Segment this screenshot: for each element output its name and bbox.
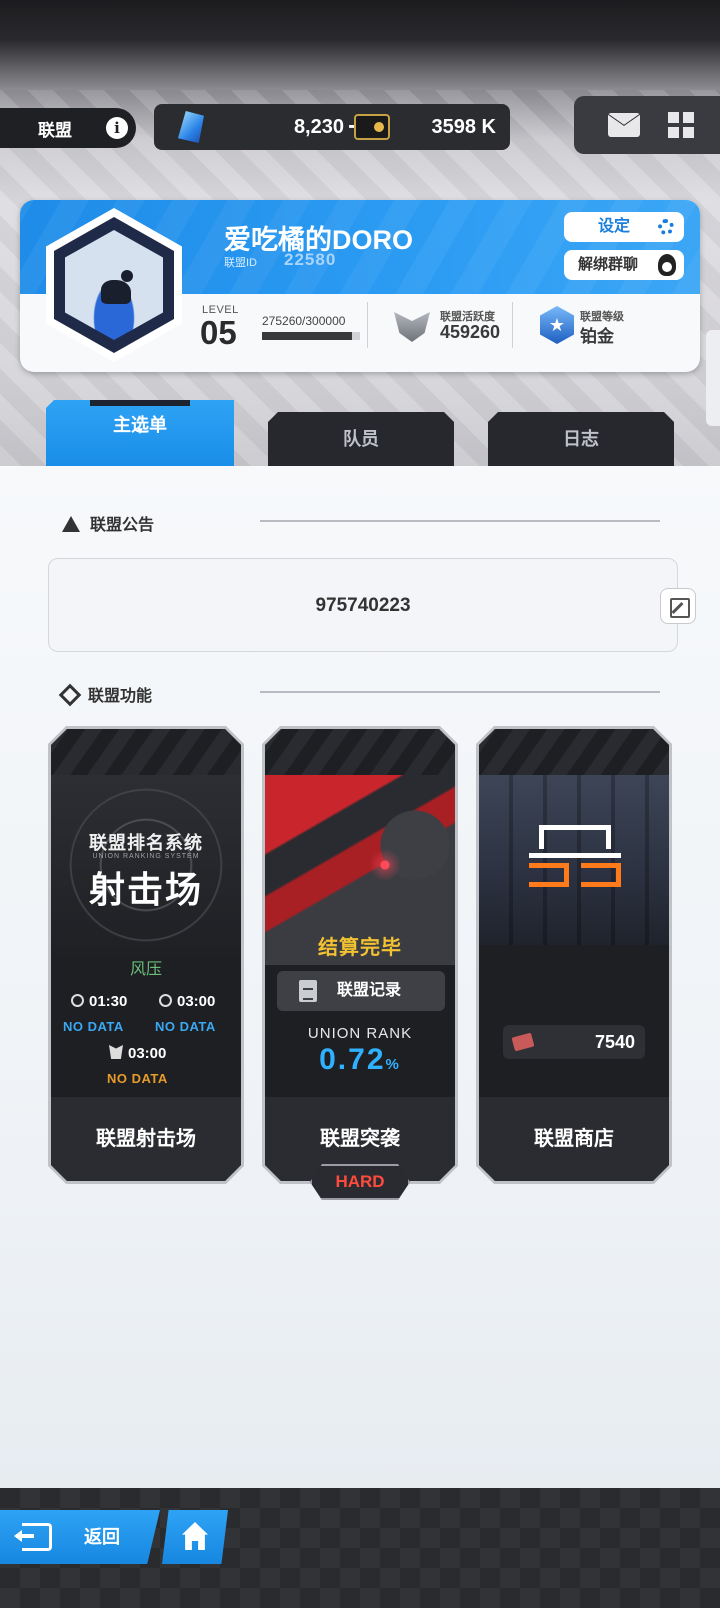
difficulty-badge: HARD bbox=[310, 1164, 410, 1200]
exit-arrow-icon bbox=[14, 1523, 52, 1551]
settings-button-label: 设定 bbox=[598, 218, 631, 235]
unbind-group-button[interactable]: 解绑群聊 bbox=[564, 250, 684, 280]
shop-currency-value: 7540 bbox=[594, 1032, 635, 1052]
no-data-1: NO DATA bbox=[63, 1019, 124, 1034]
notice-text: 975740223 bbox=[48, 558, 678, 652]
union-info-card: 爱吃橘的DORO 联盟ID 22580 设定 解绑群聊 LEVEL 05 275… bbox=[20, 200, 700, 372]
top-bar: 联盟 i 8,230 + 3598 K bbox=[0, 96, 720, 154]
home-icon bbox=[182, 1522, 208, 1550]
alarm-clock-icon bbox=[159, 994, 172, 1007]
ranking-system-subtitle: UNION RANKING SYSTEM bbox=[92, 853, 200, 860]
gear-icon bbox=[658, 219, 674, 235]
tab-members-label: 队员 bbox=[343, 429, 379, 449]
shop-currency: 7540 bbox=[503, 1025, 645, 1059]
edit-notice-button[interactable] bbox=[660, 588, 696, 624]
tab-main-menu[interactable]: 主选单 ▼ bbox=[46, 400, 234, 466]
credit-icon bbox=[354, 114, 390, 140]
section-divider bbox=[260, 691, 660, 693]
tab-log-label: 日志 bbox=[563, 429, 599, 449]
exp-progress-bar bbox=[262, 332, 360, 340]
shop-ticket-icon bbox=[512, 1033, 535, 1052]
unbind-group-label: 解绑群聊 bbox=[578, 256, 639, 273]
union-rank-value: 0.72% bbox=[319, 1043, 401, 1076]
union-shop-label: 联盟商店 bbox=[479, 1097, 669, 1181]
scrollbar[interactable] bbox=[706, 330, 720, 426]
page-title: 联盟 bbox=[38, 120, 72, 140]
union-raid-card[interactable]: 结算完毕 联盟记录 UNION RANK 0.72% 联盟突袭 bbox=[262, 726, 458, 1184]
gem-count: 8,230 bbox=[293, 116, 344, 138]
chevron-down-icon: ▼ bbox=[135, 426, 145, 437]
shooting-range-label: 联盟射击场 bbox=[51, 1097, 241, 1181]
settings-button[interactable]: 设定 bbox=[564, 212, 684, 242]
divider bbox=[367, 302, 368, 348]
diamond-icon bbox=[58, 683, 82, 707]
grid-menu-icon[interactable] bbox=[668, 112, 694, 138]
alarm-clock-icon bbox=[71, 994, 84, 1007]
shop-logo-icon bbox=[529, 825, 621, 889]
shooting-range-title: 射击场 bbox=[88, 869, 203, 910]
activity-icon bbox=[394, 312, 430, 342]
timer-2: 03:00 bbox=[159, 993, 215, 1010]
page-title-pill: 联盟 i bbox=[0, 108, 136, 148]
notice-section-title: 联盟公告 bbox=[62, 511, 154, 535]
back-button[interactable]: 返回 bbox=[0, 1510, 160, 1564]
home-button[interactable] bbox=[162, 1510, 228, 1564]
rank-star-icon: ★ bbox=[540, 306, 574, 344]
rank-value: 铂金 bbox=[580, 327, 614, 346]
mail-icon[interactable] bbox=[608, 113, 640, 137]
union-shop-card[interactable]: 7540 联盟商店 bbox=[476, 726, 672, 1184]
exp-progress-fill bbox=[262, 332, 352, 340]
union-id: 22580 bbox=[284, 250, 337, 269]
timer-1: 01:30 bbox=[71, 993, 127, 1010]
union-id-label: 联盟ID bbox=[224, 257, 257, 269]
gem-icon bbox=[178, 111, 204, 143]
qq-penguin-icon bbox=[658, 254, 676, 276]
union-record-label: 联盟记录 bbox=[337, 982, 402, 999]
functions-section-title: 联盟功能 bbox=[58, 682, 152, 707]
no-data-3: NO DATA bbox=[107, 1071, 168, 1086]
document-icon bbox=[299, 980, 317, 1002]
credit-count: 3598 K bbox=[431, 116, 497, 138]
union-record-button[interactable]: 联盟记录 bbox=[277, 971, 445, 1011]
wind-pressure-label: 风压 bbox=[129, 961, 162, 978]
warning-icon bbox=[62, 516, 80, 532]
info-icon[interactable]: i bbox=[106, 117, 128, 139]
top-right-actions bbox=[574, 96, 720, 154]
section-divider bbox=[260, 520, 660, 522]
union-rank-label: UNION RANK bbox=[307, 1025, 413, 1042]
back-button-label: 返回 bbox=[84, 1527, 120, 1547]
ranking-system-title: 联盟排名系统 bbox=[89, 833, 203, 853]
no-data-2: NO DATA bbox=[155, 1019, 216, 1034]
tab-log[interactable]: 日志 bbox=[488, 412, 674, 466]
timer-3: 03:00 bbox=[109, 1045, 166, 1062]
boss-icon bbox=[109, 1045, 123, 1059]
divider bbox=[512, 302, 513, 348]
level-value: 05 bbox=[200, 314, 237, 351]
currency-bar: 8,230 + 3598 K bbox=[154, 104, 510, 150]
tab-members[interactable]: 队员 bbox=[268, 412, 454, 466]
cat-icon bbox=[101, 270, 133, 304]
shooting-range-card[interactable]: 联盟排名系统 UNION RANKING SYSTEM 射击场 风压 01:30… bbox=[48, 726, 244, 1184]
exp-text: 275260/300000 bbox=[262, 314, 346, 328]
activity-value: 459260 bbox=[440, 322, 501, 342]
raid-status: 结算完毕 bbox=[318, 937, 402, 959]
